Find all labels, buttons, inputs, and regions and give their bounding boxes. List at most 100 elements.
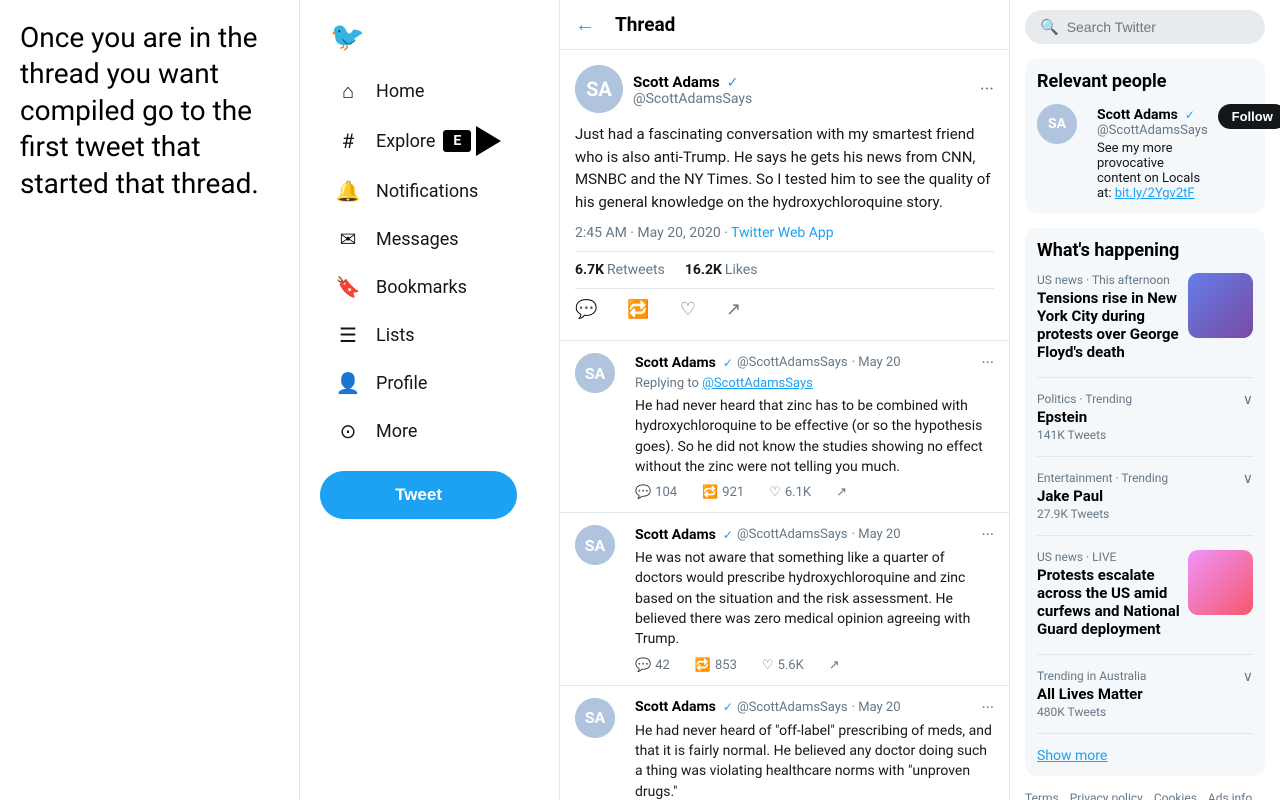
tweet-actions: 💬 🔁 ♡ ↗ bbox=[575, 294, 994, 325]
footer-links: Terms Privacy policy Cookies Ads info Mo… bbox=[1025, 791, 1265, 800]
verified-icon: ✓ bbox=[723, 700, 733, 714]
trending-row: Trending in Australia All Lives Matter 4… bbox=[1037, 669, 1253, 719]
avatar: SA bbox=[1037, 104, 1077, 144]
more-options-button[interactable]: ··· bbox=[981, 698, 994, 717]
trending-category: Entertainment · Trending bbox=[1037, 471, 1168, 485]
like-action[interactable]: ♡ 5.6K bbox=[762, 658, 804, 673]
share-action[interactable]: ↗ bbox=[829, 658, 840, 673]
trending-item: Entertainment · Trending Jake Paul 27.9K… bbox=[1037, 471, 1253, 536]
search-input[interactable] bbox=[1067, 19, 1250, 35]
back-button[interactable]: ← bbox=[575, 12, 595, 37]
tweet-button[interactable]: Tweet bbox=[320, 471, 517, 519]
reply-author-row: Scott Adams ✓ @ScottAdamsSays · May 20 ·… bbox=[635, 698, 994, 717]
chevron-down-icon[interactable]: ∨ bbox=[1243, 392, 1253, 408]
more-icon: ⊙ bbox=[335, 418, 361, 444]
share-action[interactable]: ↗ bbox=[836, 485, 847, 500]
person-info: Scott Adams ✓ @ScottAdamsSays See my mor… bbox=[1097, 104, 1208, 201]
main-thread: ← Thread SA Scott Adams ✓ @ScottAdamsSay… bbox=[560, 0, 1010, 800]
trending-row: US news · This afternoon Tensions rise i… bbox=[1037, 273, 1253, 363]
sidebar-item-label: Notifications bbox=[376, 181, 478, 202]
notifications-icon: 🔔 bbox=[335, 178, 361, 204]
like-action[interactable]: ♡ bbox=[680, 299, 696, 320]
trending-count: 27.9K Tweets bbox=[1037, 507, 1168, 521]
relevant-person: SA Scott Adams ✓ @ScottAdamsSays See my … bbox=[1037, 104, 1253, 201]
thread-title: Thread bbox=[615, 13, 675, 36]
sidebar-item-label: Home bbox=[376, 81, 424, 102]
retweet-action[interactable]: 🔁 921 bbox=[702, 485, 744, 500]
chevron-down-icon[interactable]: ∨ bbox=[1243, 471, 1253, 487]
sidebar-item-more[interactable]: ⊙ More bbox=[320, 408, 539, 454]
follow-button[interactable]: Follow bbox=[1218, 104, 1280, 129]
trending-topic: Tensions rise in New York City during pr… bbox=[1037, 289, 1188, 361]
reply-date: · May 20 bbox=[852, 355, 901, 370]
reply-actions: 💬 104 🔁 921 ♡ 6.1K ↗ bbox=[635, 485, 994, 500]
sidebar-item-label: Bookmarks bbox=[376, 277, 467, 298]
trending-topic: All Lives Matter bbox=[1037, 685, 1146, 703]
whats-happening-section: What's happening US news · This afternoo… bbox=[1025, 228, 1265, 776]
trending-item: US news · This afternoon Tensions rise i… bbox=[1037, 273, 1253, 378]
trending-topic: Protests escalate across the US amid cur… bbox=[1037, 566, 1188, 638]
more-options-button[interactable]: ··· bbox=[981, 353, 994, 372]
reply-tweet: SA Scott Adams ✓ @ScottAdamsSays · May 2… bbox=[560, 513, 1009, 685]
reply-author-name: Scott Adams bbox=[635, 527, 716, 543]
reply-tweet: SA Scott Adams ✓ @ScottAdamsSays · May 2… bbox=[560, 341, 1009, 513]
cookies-link[interactable]: Cookies bbox=[1154, 791, 1197, 800]
trending-topic: Epstein bbox=[1037, 408, 1132, 426]
person-handle: @ScottAdamsSays bbox=[1097, 123, 1208, 138]
bookmarks-icon: 🔖 bbox=[335, 274, 361, 300]
reply-actions: 💬 42 🔁 853 ♡ 5.6K ↗ bbox=[635, 658, 994, 673]
trending-topic: Jake Paul bbox=[1037, 487, 1168, 505]
reply-author-row: Scott Adams ✓ @ScottAdamsSays · May 20 ·… bbox=[635, 353, 994, 372]
comment-action[interactable]: 💬 42 bbox=[635, 658, 670, 673]
reply-content: Scott Adams ✓ @ScottAdamsSays · May 20 ·… bbox=[635, 525, 994, 672]
reply-date: · May 20 bbox=[852, 700, 901, 715]
sidebar-item-home[interactable]: ⌂ Home bbox=[320, 68, 539, 114]
trending-category: US news · LIVE bbox=[1037, 550, 1188, 564]
comment-action[interactable]: 💬 bbox=[575, 299, 597, 320]
sidebar-item-bookmarks[interactable]: 🔖 Bookmarks bbox=[320, 264, 539, 310]
ads-info-link[interactable]: Ads info bbox=[1208, 791, 1252, 800]
sidebar-item-lists[interactable]: ☰ Lists bbox=[320, 312, 539, 358]
more-options-button[interactable]: ··· bbox=[981, 525, 994, 544]
share-action[interactable]: ↗ bbox=[726, 299, 741, 320]
lists-icon: ☰ bbox=[335, 322, 361, 348]
retweet-action[interactable]: 🔁 853 bbox=[695, 658, 737, 673]
tweet-time: 2:45 AM · May 20, 2020 bbox=[575, 225, 721, 241]
person-bio: See my more provocative content on Local… bbox=[1097, 141, 1208, 201]
search-icon: 🔍 bbox=[1040, 18, 1059, 36]
avatar: SA bbox=[575, 698, 615, 738]
messages-icon: ✉ bbox=[335, 226, 361, 252]
trending-count: 480K Tweets bbox=[1037, 705, 1146, 719]
comment-action[interactable]: 💬 104 bbox=[635, 485, 677, 500]
sidebar-item-messages[interactable]: ✉ Messages bbox=[320, 216, 539, 262]
tweet-text: Just had a fascinating conversation with… bbox=[575, 123, 994, 213]
more-options-button[interactable]: ··· bbox=[980, 79, 994, 100]
sidebar-item-profile[interactable]: 👤 Profile bbox=[320, 360, 539, 406]
section-title: What's happening bbox=[1037, 240, 1253, 261]
tweet-platform[interactable]: Twitter Web App bbox=[731, 225, 834, 241]
thread-header: ← Thread bbox=[560, 0, 1009, 50]
retweet-action[interactable]: 🔁 bbox=[627, 299, 649, 320]
search-box: 🔍 bbox=[1025, 10, 1265, 44]
instruction-panel: Once you are in the thread you want comp… bbox=[0, 0, 300, 800]
sidebar-item-label: Messages bbox=[376, 229, 459, 250]
right-sidebar: 🔍 Relevant people SA Scott Adams ✓ @Scot… bbox=[1010, 0, 1280, 800]
section-title: Relevant people bbox=[1037, 71, 1253, 92]
reply-content: Scott Adams ✓ @ScottAdamsSays · May 20 ·… bbox=[635, 353, 994, 500]
retweet-count: 6.7KRetweets bbox=[575, 262, 665, 278]
tweet-author-row: SA Scott Adams ✓ @ScottAdamsSays ··· bbox=[575, 65, 994, 113]
like-action[interactable]: ♡ 6.1K bbox=[769, 485, 811, 500]
trending-category: US news · This afternoon bbox=[1037, 273, 1188, 287]
sidebar-item-notifications[interactable]: 🔔 Notifications bbox=[320, 168, 539, 214]
privacy-link[interactable]: Privacy policy bbox=[1070, 791, 1143, 800]
show-more-button[interactable]: Show more bbox=[1037, 748, 1253, 764]
reply-content: Scott Adams ✓ @ScottAdamsSays · May 20 ·… bbox=[635, 698, 994, 800]
sidebar-item-label: More bbox=[376, 421, 417, 442]
chevron-down-icon[interactable]: ∨ bbox=[1243, 669, 1253, 685]
arrow-right-icon bbox=[476, 126, 501, 156]
reply-text: He had never heard of "off-label" prescr… bbox=[635, 721, 994, 800]
twitter-logo: 🐦 bbox=[320, 10, 375, 63]
author-info: Scott Adams ✓ @ScottAdamsSays bbox=[633, 72, 980, 107]
sidebar-item-explore[interactable]: # Explore E bbox=[320, 116, 539, 166]
terms-link[interactable]: Terms bbox=[1025, 791, 1059, 800]
